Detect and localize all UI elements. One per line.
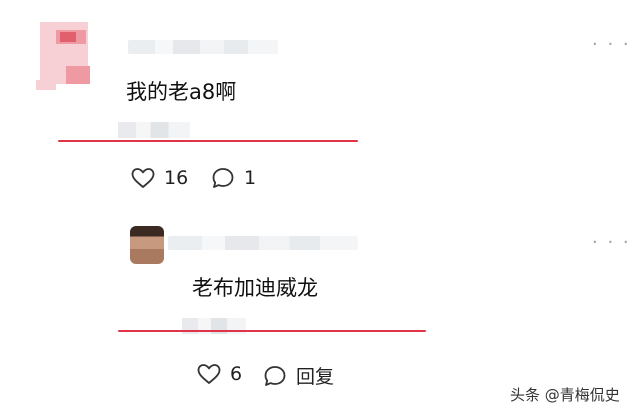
heart-icon bbox=[196, 362, 222, 386]
like-count: 6 bbox=[230, 363, 243, 385]
red-underline bbox=[118, 330, 426, 332]
reply-label: 回复 bbox=[296, 366, 335, 388]
watermark: 头条 @青梅侃史 bbox=[510, 386, 620, 404]
username-blurred bbox=[128, 40, 278, 54]
like-button[interactable]: 16 bbox=[130, 166, 188, 190]
like-count: 16 bbox=[164, 167, 189, 189]
like-button[interactable]: 6 bbox=[196, 362, 242, 386]
avatar[interactable] bbox=[130, 226, 164, 264]
more-options-button[interactable]: · · · bbox=[592, 34, 631, 55]
comment-text: 老布加迪威龙 bbox=[192, 276, 318, 300]
avatar[interactable] bbox=[36, 22, 94, 92]
comment-text: 我的老a8啊 bbox=[126, 80, 237, 104]
more-options-button[interactable]: · · · bbox=[592, 232, 631, 253]
timestamp-blurred bbox=[118, 122, 190, 138]
red-underline bbox=[58, 140, 358, 142]
comment-icon bbox=[262, 364, 288, 388]
heart-icon bbox=[130, 166, 156, 190]
comment-icon bbox=[210, 166, 236, 190]
username-blurred bbox=[168, 236, 358, 250]
reply-button[interactable]: 回复 bbox=[262, 362, 334, 389]
reply-count: 1 bbox=[244, 167, 257, 189]
reply-button[interactable]: 1 bbox=[210, 166, 256, 190]
